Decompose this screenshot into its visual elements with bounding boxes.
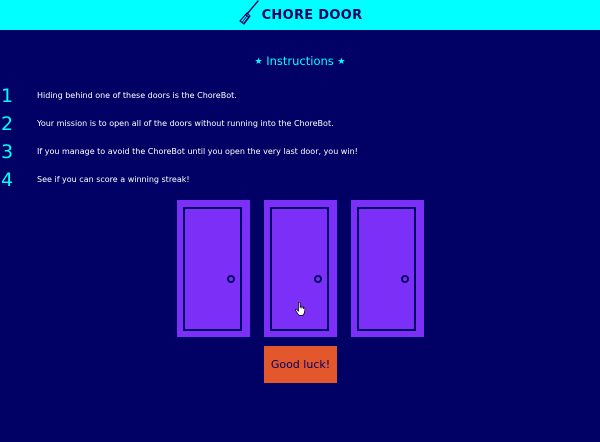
instruction-number: 2 (1, 113, 14, 135)
instruction-item: 3 If you manage to avoid the ChoreBot un… (0, 140, 600, 164)
header-bar: CHORE DOOR (0, 0, 600, 30)
instruction-text: If you manage to avoid the ChoreBot unti… (37, 147, 358, 156)
door-2[interactable] (264, 200, 337, 337)
door-panel (183, 207, 242, 331)
app-title: CHORE DOOR (261, 7, 363, 23)
instruction-text: See if you can score a winning streak! (37, 175, 190, 184)
instruction-item: 2 Your mission is to open all of the doo… (0, 112, 600, 136)
door-3[interactable] (351, 200, 424, 337)
broom-icon (238, 0, 259, 25)
doorknob-icon (401, 275, 409, 283)
doorknob-icon (314, 275, 322, 283)
instruction-number: 3 (1, 141, 14, 163)
instruction-number: 4 (1, 169, 14, 191)
logo: CHORE DOOR (238, 0, 363, 26)
star-icon: ★ (254, 57, 263, 67)
instructions-heading-label: Instructions (266, 54, 334, 68)
doorknob-icon (227, 275, 235, 283)
door-1[interactable] (177, 200, 250, 337)
instruction-item: 1 Hiding behind one of these doors is th… (0, 84, 600, 108)
instruction-text: Your mission is to open all of the doors… (37, 119, 334, 128)
instruction-item: 4 See if you can score a winning streak! (0, 168, 600, 192)
good-luck-button[interactable]: Good luck! (264, 346, 337, 383)
door-panel (357, 207, 416, 331)
instructions-heading: ★ Instructions ★ (0, 54, 600, 68)
instruction-number: 1 (1, 85, 14, 107)
instruction-text: Hiding behind one of these doors is the … (37, 91, 237, 100)
star-icon: ★ (337, 57, 346, 67)
door-panel (270, 207, 329, 331)
